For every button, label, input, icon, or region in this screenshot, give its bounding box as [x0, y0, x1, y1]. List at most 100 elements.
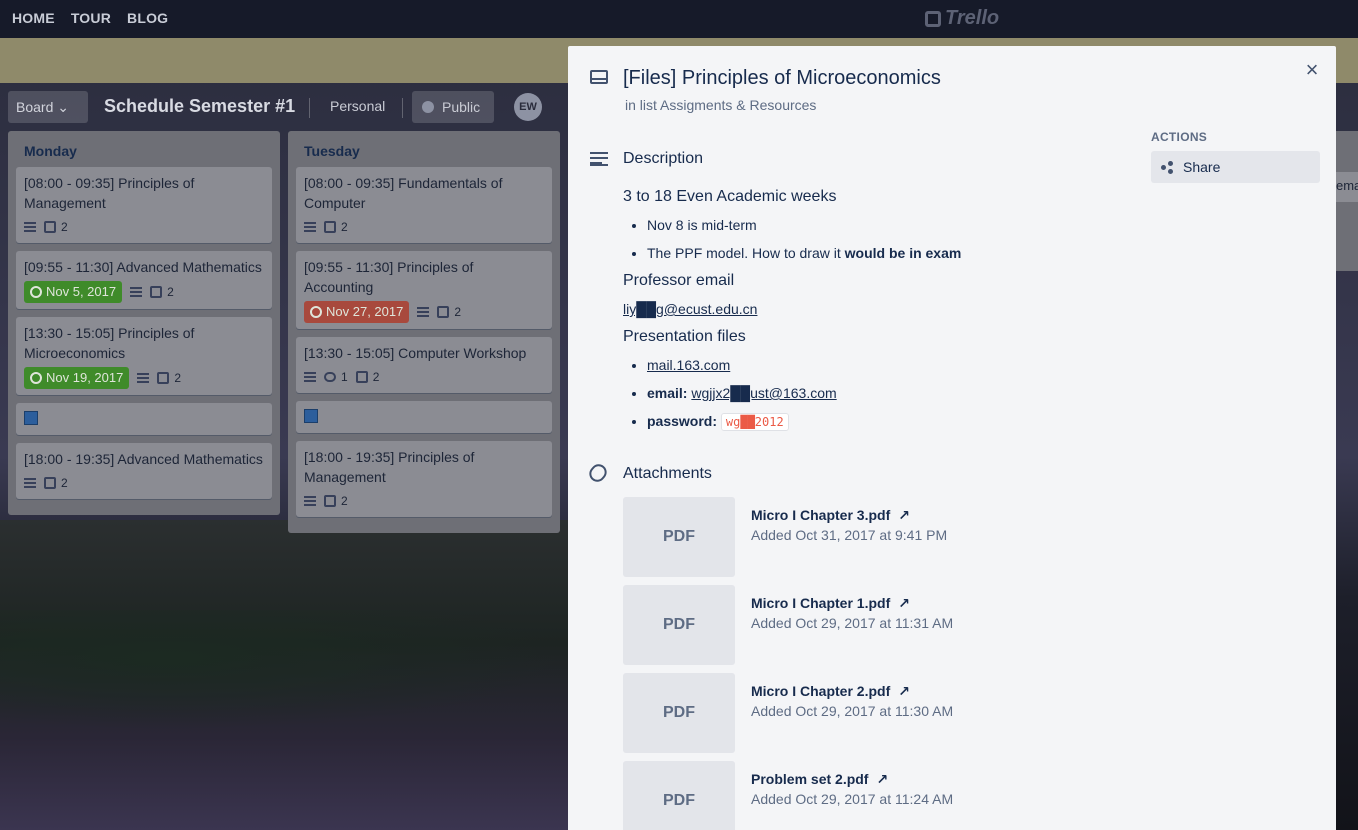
external-link-icon[interactable]: ↗: [898, 683, 910, 699]
list-card[interactable]: [18:00 - 19:35] Principles of Management…: [296, 441, 552, 517]
attachment-icon: [355, 371, 368, 383]
board-title[interactable]: Schedule Semester #1: [104, 96, 295, 117]
list-card-peek[interactable]: ema: [1336, 172, 1358, 202]
member-avatar[interactable]: EW: [514, 93, 542, 121]
attachment-name[interactable]: Micro I Chapter 1.pdf: [751, 595, 890, 611]
attachment-count: 2: [167, 285, 174, 299]
desc-heading-email: Professor email: [623, 272, 735, 289]
attachment-thumbnail[interactable]: PDF: [623, 585, 735, 665]
clock-icon: [310, 306, 322, 318]
card-detail-modal: × [Files] Principles of Microeconomics i…: [568, 46, 1336, 830]
attachment-added: Added Oct 31, 2017 at 9:41 PM: [751, 527, 948, 543]
professor-email-link[interactable]: liy██g@ecust.edu.cn: [623, 299, 1103, 319]
actions-label: ACTIONS: [1151, 130, 1208, 144]
external-link-icon[interactable]: ↗: [876, 771, 888, 787]
list-title[interactable]: Monday: [16, 139, 272, 167]
due-date-badge[interactable]: Nov 5, 2017: [24, 281, 123, 303]
visibility-button[interactable]: Public: [412, 91, 494, 123]
due-date-badge[interactable]: Nov 27, 2017: [304, 301, 410, 323]
list-link[interactable]: Assigments & Resources: [660, 97, 816, 113]
card-title: [08:00 - 09:35] Fundamentals of Computer: [304, 175, 503, 211]
description-heading: Description: [623, 150, 704, 167]
card-icon: [590, 70, 608, 84]
divider: [402, 98, 403, 118]
attachment-name[interactable]: Problem set 2.pdf: [751, 771, 868, 787]
attachment-name[interactable]: Micro I Chapter 2.pdf: [751, 683, 890, 699]
description-icon: [417, 307, 430, 317]
attachment-count: 2: [174, 371, 182, 385]
paperclip-icon: [586, 460, 610, 486]
description-icon: [304, 372, 316, 382]
attachment-item[interactable]: PDF Micro I Chapter 1.pdf ↗ Added Oct 29,…: [623, 585, 1123, 665]
trello-logo[interactable]: Trello: [925, 7, 999, 30]
clock-icon: [30, 286, 42, 298]
description-icon: [130, 287, 143, 297]
card-title: [09:55 - 11:30] Principles of Accounting: [304, 259, 474, 295]
attachment-icon: [44, 221, 56, 233]
attachment-name[interactable]: Micro I Chapter 3.pdf: [751, 507, 890, 523]
attachment-count: 2: [61, 476, 68, 490]
share-icon: [1161, 161, 1173, 174]
comment-count: 1: [341, 370, 348, 384]
video-thumbnail-icon: [304, 409, 318, 423]
list-card[interactable]: [13:30 - 15:05] Computer Workshop 1 2: [296, 337, 552, 393]
clock-icon: [30, 372, 42, 384]
external-link-icon[interactable]: ↗: [898, 507, 910, 523]
share-button[interactable]: Share: [1151, 151, 1320, 183]
description-body[interactable]: 3 to 18 Even Academic weeks Nov 8 is mid…: [623, 187, 1103, 440]
list-card[interactable]: [08:00 - 09:35] Fundamentals of Computer…: [296, 167, 552, 243]
list-tuesday: Tuesday [08:00 - 09:35] Fundamentals of …: [288, 131, 560, 533]
description-icon: [24, 222, 36, 232]
attachment-icon: [437, 306, 450, 318]
attachment-thumbnail[interactable]: PDF: [623, 761, 735, 830]
attachment-icon: [150, 286, 163, 298]
description-icon: [137, 373, 150, 383]
chevron-down-icon: ⌄: [57, 99, 69, 115]
attachments-heading: Attachments: [623, 465, 712, 482]
list-card[interactable]: [18:00 - 19:35] Advanced Mathematics 2: [16, 443, 272, 499]
close-icon[interactable]: ×: [1302, 59, 1322, 81]
list-card[interactable]: [13:30 - 15:05] Principles of Microecono…: [16, 317, 272, 395]
nav-home-link[interactable]: HOME: [12, 10, 55, 26]
attachment-item[interactable]: PDF Micro I Chapter 2.pdf ↗ Added Oct 29,…: [623, 673, 1123, 753]
attachment-item[interactable]: PDF Micro I Chapter 3.pdf ↗ Added Oct 31,…: [623, 497, 1123, 577]
attachment-icon: [44, 477, 56, 489]
card-title: [13:30 - 15:05] Computer Workshop: [304, 345, 527, 361]
comment-icon: [324, 372, 336, 382]
card-title: [08:00 - 09:35] Principles of Management: [24, 175, 195, 211]
card-title[interactable]: [Files] Principles of Microeconomics: [623, 67, 941, 90]
mail-link[interactable]: mail.163.com: [647, 357, 730, 373]
attachment-count: 2: [372, 370, 380, 384]
team-button[interactable]: Personal: [330, 98, 385, 114]
desc-heading-weeks: 3 to 18 Even Academic weeks: [623, 188, 837, 205]
list-card[interactable]: [09:55 - 11:30] Advanced Mathematics Nov…: [16, 251, 272, 309]
list-card[interactable]: [296, 401, 552, 433]
attachment-added: Added Oct 29, 2017 at 11:31 AM: [751, 615, 954, 631]
board-header: Board ⌄ Schedule Semester #1 Personal Pu…: [0, 88, 568, 128]
list-card[interactable]: [08:00 - 09:35] Principles of Management…: [16, 167, 272, 243]
attachment-item[interactable]: PDF Problem set 2.pdf ↗ Added Oct 29, 201…: [623, 761, 1123, 830]
due-date-badge[interactable]: Nov 19, 2017: [24, 367, 130, 389]
attachment-count: 2: [341, 494, 348, 508]
nav-tour-link[interactable]: TOUR: [71, 10, 111, 26]
description-icon: [24, 478, 36, 488]
desc-bullet: password: wg██2012: [647, 411, 1103, 432]
attachment-thumbnail[interactable]: PDF: [623, 497, 735, 577]
attachment-count: 2: [341, 220, 348, 234]
list-card[interactable]: [09:55 - 11:30] Principles of Accounting…: [296, 251, 552, 329]
email-link[interactable]: wgjjx2██ust@163.com: [691, 385, 836, 401]
attachment-count: 2: [61, 220, 68, 234]
attachment-thumbnail[interactable]: PDF: [623, 673, 735, 753]
background-image: [0, 520, 600, 830]
attachment-icon: [157, 372, 170, 384]
external-link-icon[interactable]: ↗: [898, 595, 910, 611]
attachment-icon: [324, 221, 336, 233]
attachment-count: 2: [454, 305, 462, 319]
board-switcher-button[interactable]: Board ⌄: [8, 91, 88, 123]
top-nav: HOME TOUR BLOG Trello: [0, 0, 1358, 38]
desc-bullet: Nov 8 is mid-term: [647, 215, 1103, 235]
list-card[interactable]: [16, 403, 272, 435]
list-title[interactable]: Tuesday: [296, 139, 552, 167]
nav-blog-link[interactable]: BLOG: [127, 10, 168, 26]
desc-bullet: email: wgjjx2██ust@163.com: [647, 383, 1103, 403]
